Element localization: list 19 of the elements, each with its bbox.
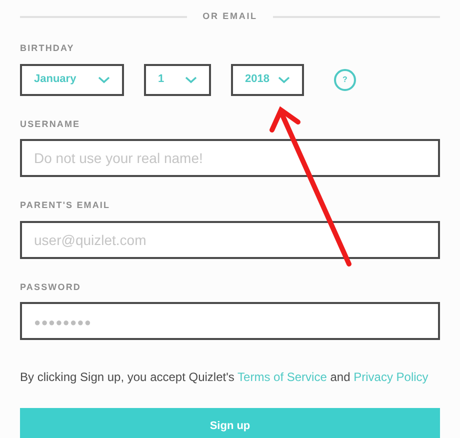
- field-label: PASSWORD: [20, 280, 82, 294]
- help-button[interactable]: ?: [334, 68, 356, 90]
- privacy-link[interactable]: Privacy Policy: [354, 370, 428, 384]
- chevron-down-icon: [185, 76, 197, 84]
- select-dropdown[interactable]: January: [20, 64, 124, 96]
- terms-text: By clicking Sign up, you accept Quizlet's Terms of Service and Privacy Policy: [20, 369, 430, 386]
- chevron-down-icon: [98, 76, 110, 84]
- select-dropdown[interactable]: 2018: [231, 64, 304, 96]
- select-dropdown[interactable]: 1: [144, 64, 211, 96]
- sign-up-button[interactable]: Sign up: [20, 408, 440, 438]
- divider-label: OR EMAIL: [202, 10, 258, 24]
- input-field[interactable]: user@quizlet.com: [20, 220, 440, 258]
- field-label: USERNAME: [20, 118, 82, 130]
- terms-link[interactable]: Terms of Service: [238, 370, 327, 384]
- input-field[interactable]: Do not use your real name!: [20, 139, 440, 177]
- input-field[interactable]: ●●●●●●●●: [20, 302, 440, 340]
- field-label: PARENT'S EMAIL: [20, 199, 112, 212]
- field-label: BIRTHDAY: [20, 42, 76, 55]
- chevron-down-icon: [278, 76, 290, 84]
